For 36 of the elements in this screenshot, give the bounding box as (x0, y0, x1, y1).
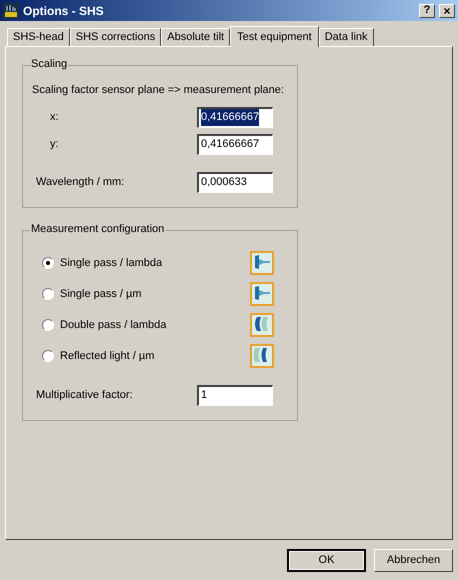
radio-label: Double pass / lambda (60, 318, 166, 333)
field-label: x: (49, 110, 60, 125)
description: Scaling factor sensor plane => measurement plane: (32, 83, 285, 98)
group-title: Scaling (30, 59, 68, 70)
text-field[interactable]: 0,000633 (197, 172, 273, 192)
field-label: Wavelength / mm: (35, 174, 126, 190)
group-title: Measurement configuration (30, 224, 166, 234)
radio-button[interactable] (42, 288, 54, 300)
field-value: 0,41666667 (201, 109, 260, 126)
dialog-button[interactable]: OK (287, 549, 366, 572)
radio-button[interactable] (42, 319, 54, 331)
radio-label: Reflected light / µm (60, 348, 154, 364)
optics-icon (250, 344, 274, 368)
text-field[interactable]: 0,41666667 (197, 106, 273, 128)
field-value: 0,41666667 (201, 137, 260, 152)
dialog-button[interactable]: Abbrechen (374, 549, 453, 572)
radio-label: Single pass / µm (60, 286, 142, 302)
field-label: y: (49, 136, 60, 152)
radio-label: Single pass / lambda (60, 256, 162, 271)
optics-icon (250, 313, 274, 337)
tab[interactable]: SHS-head (7, 28, 70, 46)
window-title: Options - SHS (23, 2, 105, 20)
tab[interactable]: Test equipment (230, 26, 319, 47)
radio-button[interactable] (42, 257, 54, 269)
close-button[interactable]: × (439, 4, 455, 18)
help-button[interactable]: ? (419, 4, 435, 18)
optics-icon (250, 251, 274, 275)
tab[interactable]: Absolute tilt (161, 28, 230, 46)
field-label: Multiplicative factor: (35, 388, 134, 403)
tab[interactable]: Data link (318, 28, 374, 46)
text-field[interactable]: 1 (197, 384, 273, 406)
radio-button[interactable] (42, 350, 54, 362)
optics-icon (250, 282, 274, 306)
tab[interactable]: SHS corrections (70, 28, 162, 46)
text-field[interactable]: 0,41666667 (197, 134, 273, 154)
app-icon (3, 2, 19, 18)
